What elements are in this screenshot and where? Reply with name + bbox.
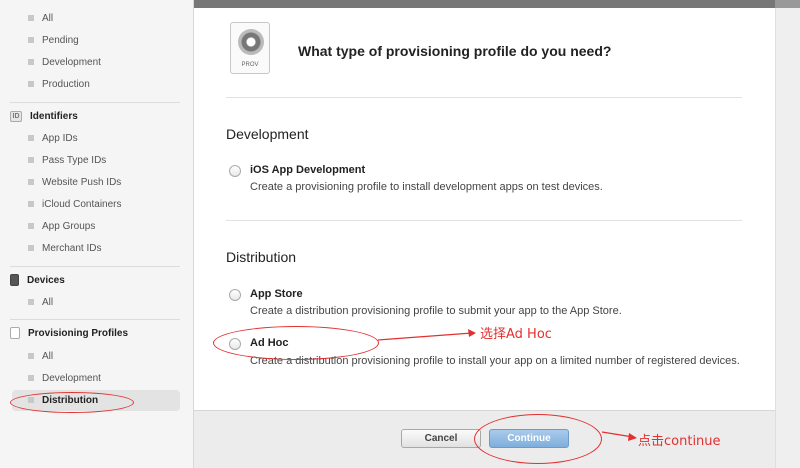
annotation-ellipse-continue [474,414,602,464]
id-icon: ID [10,110,22,122]
bullet-icon [28,299,34,305]
device-icon [10,274,19,286]
sidebar-item-label: Website Push IDs [42,176,122,188]
sidebar-item-label: All [42,12,54,24]
sidebar-item-certificates-pending[interactable]: Pending [28,30,178,50]
bullet-icon [28,37,34,43]
sidebar-header-devices[interactable]: Devices [10,271,180,289]
sidebar-item-merchant-ids[interactable]: Merchant IDs [28,238,178,258]
section-title-distribution: Distribution [226,249,297,265]
sidebar-item-icloud-containers[interactable]: iCloud Containers [28,194,178,214]
bullet-icon [28,81,34,87]
title-divider [226,97,742,98]
bullet-icon [28,135,34,141]
sidebar-item-label: Merchant IDs [42,242,102,254]
sidebar-header-label: Devices [27,274,65,286]
gear-icon [238,29,264,55]
option-title-ios-app-development[interactable]: iOS App Development [250,164,365,176]
sidebar-item-devices-all[interactable]: All [28,292,178,312]
annotation-ellipse-distribution [10,392,134,413]
sidebar-item-label: Pending [42,34,79,46]
top-bar-stripe [775,0,800,8]
cancel-button[interactable]: Cancel [401,429,481,448]
document-icon [10,327,20,339]
bullet-icon [28,15,34,21]
top-bar [194,0,800,8]
bullet-icon [28,201,34,207]
sidebar-item-label: Development [42,56,101,68]
sidebar-item-label: Pass Type IDs [42,154,107,166]
annotation-select-ad-hoc: 选择Ad Hoc [480,327,552,342]
sidebar-header-provisioning-profiles[interactable]: Provisioning Profiles [10,324,180,342]
option-desc-ios-app-development: Create a provisioning profile to install… [250,181,603,193]
bullet-icon [28,353,34,359]
sidebar-item-app-groups[interactable]: App Groups [28,216,178,236]
section-title-development: Development [226,126,309,142]
sidebar-item-label: Development [42,372,101,384]
sidebar-item-profiles-development[interactable]: Development [28,368,178,388]
annotation-click-continue: 点击continue [638,434,721,449]
sidebar-item-label: All [42,350,54,362]
sidebar-item-label: All [42,296,54,308]
bullet-icon [28,59,34,65]
sidebar-divider [10,319,180,320]
radio-ios-app-development[interactable] [229,165,241,177]
sidebar-item-certificates-development[interactable]: Development [28,52,178,72]
sidebar-item-website-push-ids[interactable]: Website Push IDs [28,172,178,192]
annotation-ellipse-ad-hoc [213,326,379,360]
bullet-icon [28,223,34,229]
sidebar-header-identifiers[interactable]: ID Identifiers [10,107,180,125]
sidebar-item-certificates-production[interactable]: Production [28,74,178,94]
sidebar-item-label: Production [42,78,90,90]
sidebar-item-label: App IDs [42,132,78,144]
page-title: What type of provisioning profile do you… [298,43,612,59]
bullet-icon [28,179,34,185]
bullet-icon [28,375,34,381]
sidebar-item-app-ids[interactable]: App IDs [28,128,178,148]
prov-icon-label: PROV [241,62,259,68]
provisioning-profile-icon: PROV [230,22,270,74]
section-divider [226,220,742,221]
sidebar-header-label: Provisioning Profiles [28,327,129,339]
sidebar-divider [10,266,180,267]
sidebar-header-label: Identifiers [30,110,78,122]
option-title-app-store[interactable]: App Store [250,288,303,300]
right-gutter [775,8,800,468]
sidebar-item-certificates-all[interactable]: All [28,8,178,28]
sidebar-item-profiles-all[interactable]: All [28,346,178,366]
sidebar-item-pass-type-ids[interactable]: Pass Type IDs [28,150,178,170]
radio-app-store[interactable] [229,289,241,301]
sidebar-item-label: iCloud Containers [42,198,122,210]
bullet-icon [28,157,34,163]
option-desc-app-store: Create a distribution provisioning profi… [250,305,622,317]
sidebar-item-label: App Groups [42,220,96,232]
sidebar-divider [10,102,180,103]
bullet-icon [28,245,34,251]
